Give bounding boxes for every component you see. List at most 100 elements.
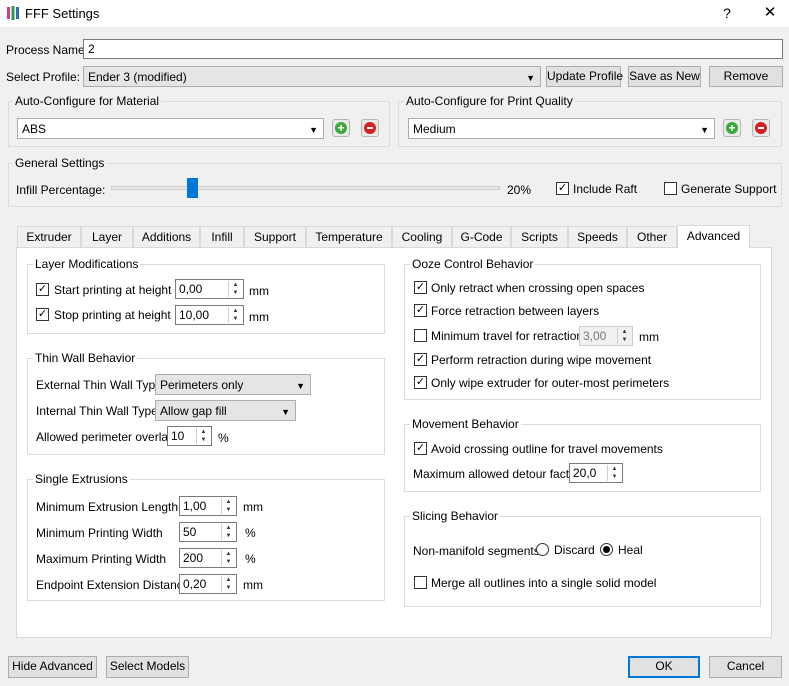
tab-support[interactable]: Support (244, 226, 306, 248)
quality-group-title: Auto-Configure for Print Quality (404, 94, 575, 108)
perimeter-overlap-unit: % (218, 431, 229, 445)
endpoint-extension-label: Endpoint Extension Distance (36, 578, 190, 592)
profile-select[interactable]: Ender 3 (modified) ▼ (83, 66, 541, 87)
single-extrusions-title: Single Extrusions (33, 472, 130, 486)
start-height-spinbox[interactable]: 0,00 ▲ ▼ (175, 279, 244, 299)
include-raft-checkbox[interactable]: ✓ (556, 182, 569, 195)
quality-select-value: Medium (413, 122, 456, 136)
tab-extruder[interactable]: Extruder (17, 226, 81, 248)
select-profile-label: Select Profile: (6, 70, 81, 84)
add-quality-button[interactable]: + (723, 119, 741, 137)
tab-infill[interactable]: Infill (200, 226, 244, 248)
detour-factor-spinbox[interactable]: 20,0 ▲ ▼ (569, 463, 623, 483)
plus-icon: + (726, 122, 738, 134)
start-printing-label: Start printing at height (54, 283, 172, 297)
min-extrusion-length-label: Minimum Extrusion Length (36, 500, 179, 514)
min-printing-width-unit: % (245, 526, 256, 540)
start-printing-checkbox[interactable]: ✓ (36, 283, 49, 296)
detour-factor-value: 20,0 (573, 466, 597, 480)
material-select[interactable]: ABS ▼ (17, 118, 324, 139)
infill-slider-track[interactable] (111, 186, 500, 190)
max-printing-width-label: Maximum Printing Width (36, 552, 167, 566)
remove-material-button[interactable] (361, 119, 379, 137)
external-thin-wall-select[interactable]: Perimeters only ▼ (155, 374, 311, 395)
cancel-button[interactable]: Cancel (709, 656, 782, 678)
close-button[interactable]: ✕ (760, 3, 780, 23)
min-extrusion-length-spinbox[interactable]: 1,00 ▲ ▼ (179, 496, 237, 516)
spin-arrows-icon[interactable]: ▲ ▼ (607, 465, 621, 481)
discard-radio[interactable] (536, 543, 549, 556)
only-wipe-checkbox[interactable]: ✓ (414, 376, 427, 389)
heal-radio[interactable] (600, 543, 613, 556)
merge-outlines-checkbox[interactable] (414, 576, 427, 589)
tab-gcode[interactable]: G-Code (452, 226, 511, 248)
spin-arrows-icon[interactable]: ▲ ▼ (228, 281, 242, 297)
check-icon: ✓ (415, 304, 426, 316)
min-travel-value: 3,00 (583, 329, 607, 343)
chevron-down-icon: ▼ (296, 381, 305, 391)
save-as-new-button[interactable]: Save as New (628, 66, 701, 87)
min-printing-width-label: Minimum Printing Width (36, 526, 163, 540)
avoid-crossing-checkbox[interactable]: ✓ (414, 442, 427, 455)
min-printing-width-spinbox[interactable]: 50 ▲ ▼ (179, 522, 237, 542)
tab-layer[interactable]: Layer (81, 226, 133, 248)
max-printing-width-spinbox[interactable]: 200 ▲ ▼ (179, 548, 237, 568)
tab-advanced[interactable]: Advanced (677, 225, 750, 249)
min-travel-checkbox[interactable] (414, 329, 427, 342)
stop-height-value: 10,00 (179, 308, 210, 322)
ok-button[interactable]: OK (628, 656, 700, 678)
stop-printing-label: Stop printing at height (54, 308, 171, 322)
hide-advanced-button[interactable]: Hide Advanced (8, 656, 97, 678)
tab-temperature[interactable]: Temperature (306, 226, 392, 248)
spin-arrows-icon[interactable]: ▲ ▼ (228, 307, 242, 323)
check-icon: ✓ (37, 308, 48, 320)
plus-icon: + (335, 122, 347, 134)
tab-other[interactable]: Other (627, 226, 677, 248)
internal-thin-wall-label: Internal Thin Wall Type (36, 404, 158, 418)
tab-additions[interactable]: Additions (133, 226, 200, 248)
only-retract-checkbox[interactable]: ✓ (414, 281, 427, 294)
spin-arrows-icon[interactable]: ▲ ▼ (617, 328, 631, 344)
process-name-input[interactable]: 2 (83, 39, 783, 59)
remove-profile-button[interactable]: Remove (709, 66, 783, 87)
force-retract-label: Force retraction between layers (431, 304, 600, 318)
min-travel-spinbox[interactable]: 3,00 ▲ ▼ (579, 326, 633, 346)
only-retract-label: Only retract when crossing open spaces (431, 281, 645, 295)
perimeter-overlap-value: 10 (171, 429, 185, 443)
tab-speeds[interactable]: Speeds (568, 226, 627, 248)
stop-height-unit: mm (249, 310, 269, 324)
app-logo-icon (7, 6, 19, 20)
add-material-button[interactable]: + (332, 119, 350, 137)
tab-cooling[interactable]: Cooling (392, 226, 452, 248)
check-icon: ✓ (37, 283, 48, 295)
spin-arrows-icon[interactable]: ▲ ▼ (221, 576, 235, 592)
stop-printing-checkbox[interactable]: ✓ (36, 308, 49, 321)
spin-arrows-icon[interactable]: ▲ ▼ (221, 498, 235, 514)
heal-label: Heal (618, 543, 643, 557)
chevron-down-icon: ▼ (309, 125, 318, 135)
include-raft-label: Include Raft (573, 182, 638, 196)
spin-arrows-icon[interactable]: ▲ ▼ (221, 524, 235, 540)
detour-factor-label: Maximum allowed detour factor (413, 467, 580, 481)
perform-retract-checkbox[interactable]: ✓ (414, 353, 427, 366)
remove-quality-button[interactable] (752, 119, 770, 137)
update-profile-button[interactable]: Update Profile (546, 66, 623, 87)
internal-thin-wall-select[interactable]: Allow gap fill ▼ (155, 400, 296, 421)
generate-support-checkbox[interactable] (664, 182, 677, 195)
tab-scripts[interactable]: Scripts (511, 226, 568, 248)
spin-arrows-icon[interactable]: ▲ ▼ (196, 428, 210, 444)
spin-arrows-icon[interactable]: ▲ ▼ (221, 550, 235, 566)
select-models-button[interactable]: Select Models (106, 656, 189, 678)
help-button[interactable]: ? (718, 3, 736, 23)
profile-select-value: Ender 3 (modified) (88, 70, 187, 84)
perimeter-overlap-spinbox[interactable]: 10 ▲ ▼ (167, 426, 212, 446)
quality-select[interactable]: Medium ▼ (408, 118, 715, 139)
infill-slider-handle[interactable] (187, 178, 198, 198)
stop-height-spinbox[interactable]: 10,00 ▲ ▼ (175, 305, 244, 325)
chevron-down-icon: ▼ (526, 73, 535, 83)
general-settings-title: General Settings (13, 156, 107, 170)
force-retract-checkbox[interactable]: ✓ (414, 304, 427, 317)
check-icon: ✓ (415, 353, 426, 365)
endpoint-extension-spinbox[interactable]: 0,20 ▲ ▼ (179, 574, 237, 594)
min-printing-width-value: 50 (183, 525, 197, 539)
